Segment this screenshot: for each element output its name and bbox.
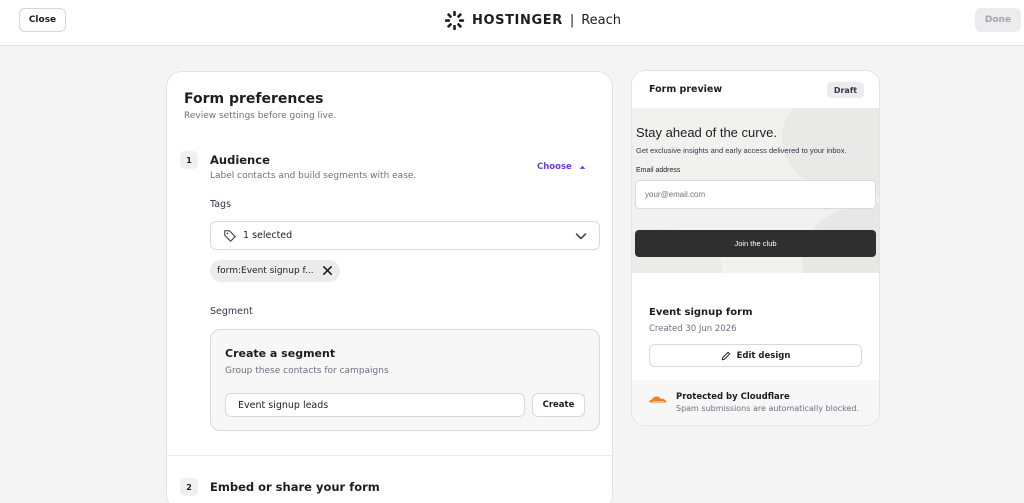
page-title: Form preferences: [184, 91, 324, 107]
preview-email-input[interactable]: [635, 180, 876, 209]
create-segment-subtitle: Group these contacts for campaigns: [225, 366, 389, 376]
tag-chip-label: form:Event signup f...: [217, 266, 314, 276]
top-bar: Close HOSTINGER | Reach Done: [0, 0, 1024, 46]
create-segment-button[interactable]: Create: [532, 393, 585, 417]
preview-area: Stay ahead of the curve. Get exclusive i…: [632, 108, 879, 273]
preview-headline: Stay ahead of the curve.: [636, 125, 777, 140]
create-segment-box: Create a segment Group these contacts fo…: [210, 329, 600, 431]
brand-name: HOSTINGER: [472, 12, 563, 28]
choose-toggle[interactable]: Choose: [537, 162, 586, 172]
form-preview-title: Form preview: [649, 84, 723, 95]
audience-title: Audience: [210, 153, 270, 167]
form-name: Event signup form: [649, 307, 753, 318]
edit-design-label: Edit design: [736, 350, 791, 361]
choose-label: Choose: [537, 162, 572, 172]
cloudflare-title: Protected by Cloudflare: [676, 392, 790, 402]
form-preview-card: Form preview Draft Stay ahead of the cur…: [631, 70, 880, 426]
create-segment-title: Create a segment: [225, 347, 336, 360]
embed-title[interactable]: Embed or share your form: [210, 480, 380, 494]
chevron-down-icon: [575, 233, 587, 240]
hostinger-logo-icon: [444, 10, 465, 30]
step-number-embed: 2: [180, 478, 198, 496]
cloudflare-logo-icon: [649, 396, 667, 403]
form-preferences-card: Form preferences Review settings before …: [166, 71, 613, 503]
segment-label: Segment: [210, 306, 253, 317]
status-badge: Draft: [827, 82, 864, 98]
section-divider: [167, 455, 612, 456]
join-button[interactable]: Join the club: [635, 230, 876, 257]
brand: HOSTINGER | Reach: [444, 9, 621, 31]
brand-separator: |: [569, 12, 575, 28]
audience-subtitle: Label contacts and build segments with e…: [210, 171, 417, 181]
preview-text: Get exclusive insights and early access …: [636, 146, 847, 155]
edit-design-button[interactable]: Edit design: [649, 344, 862, 367]
close-button[interactable]: Close: [19, 8, 66, 32]
done-button[interactable]: Done: [975, 8, 1021, 32]
caret-up-icon: [579, 165, 586, 169]
cloudflare-subtitle: Spam submissions are automatically block…: [676, 404, 860, 413]
step-number-audience: 1: [180, 151, 198, 169]
page-subtitle: Review settings before going live.: [184, 111, 337, 121]
tags-selected-text: 1 selected: [243, 230, 293, 241]
cloudflare-protection: Protected by Cloudflare Spam submissions…: [632, 380, 879, 425]
close-icon[interactable]: [322, 265, 333, 276]
preview-email-label: Email address: [636, 167, 681, 174]
pencil-icon: [721, 351, 730, 360]
tag-chip: form:Event signup f...: [210, 260, 340, 282]
product-name: Reach: [581, 12, 622, 28]
tag-icon: [224, 229, 236, 242]
segment-name-input[interactable]: [225, 393, 525, 417]
form-created-date: Created 30 Jun 2026: [649, 324, 737, 334]
tags-select[interactable]: 1 selected: [210, 221, 600, 250]
tags-label: Tags: [210, 199, 232, 210]
